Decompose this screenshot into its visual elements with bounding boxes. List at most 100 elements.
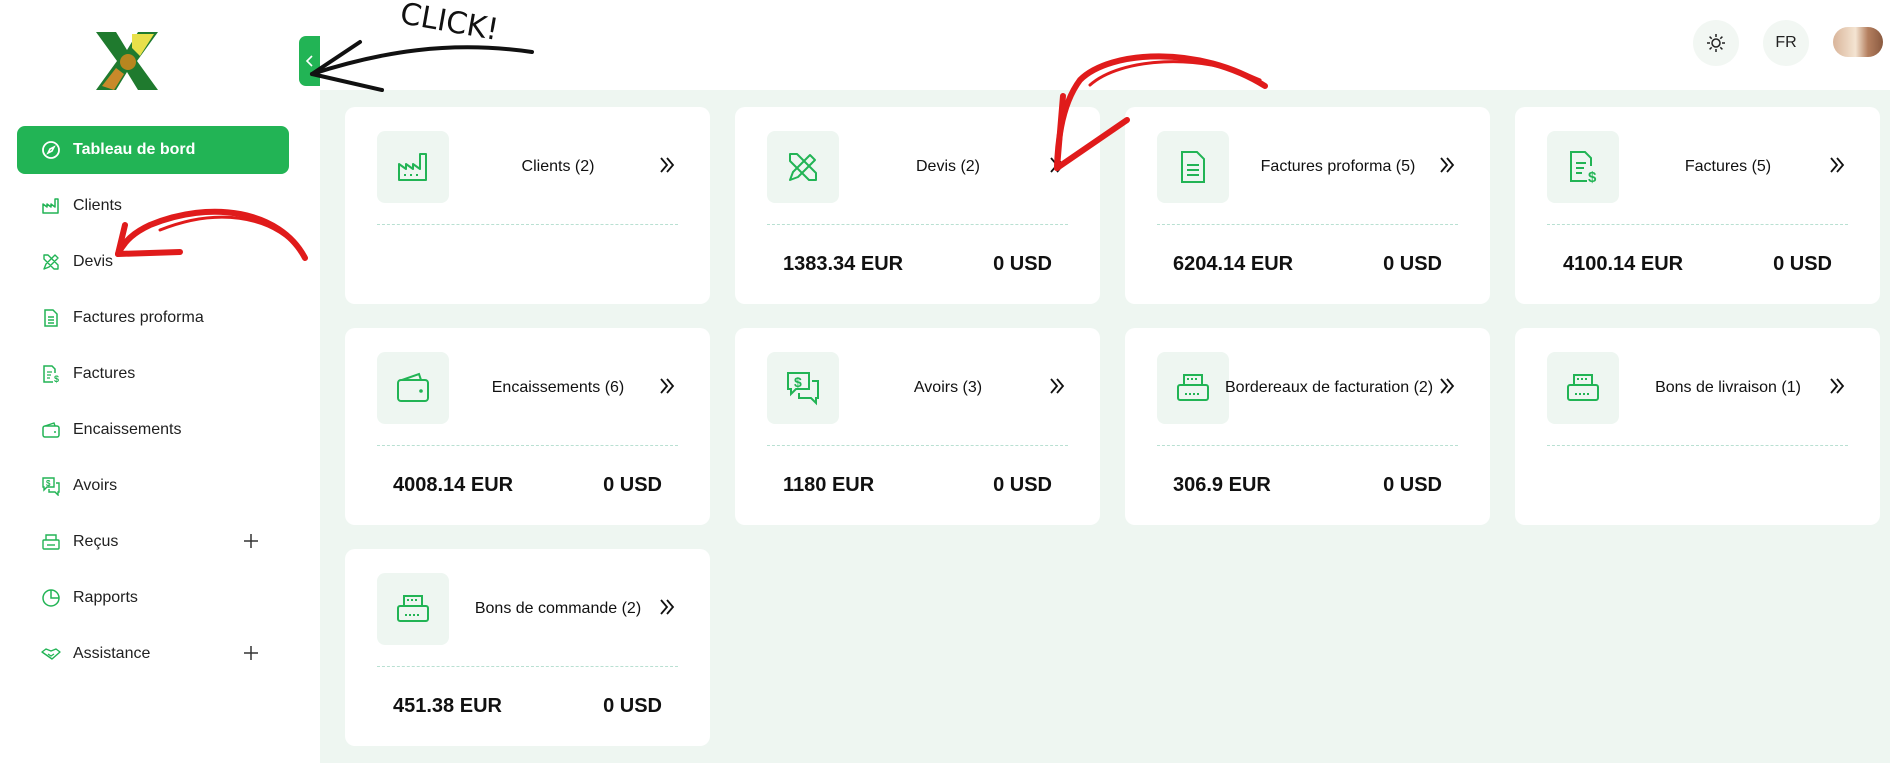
sidebar: Tableau de bord Clients Devis Factures p…	[0, 0, 320, 763]
chevron-double-right-icon[interactable]	[1438, 155, 1456, 175]
card-divider	[1157, 224, 1458, 225]
card-eur-amount: 1180 EUR	[783, 474, 875, 496]
sidebar-item-devis[interactable]: Devis	[17, 238, 289, 286]
printer-icon	[1177, 374, 1209, 401]
svg-text:$: $	[794, 374, 802, 390]
card-eur-amount: 4008.14 EUR	[393, 474, 514, 496]
printer-icon	[41, 532, 61, 552]
card-usd-amount: 0 USD	[1383, 474, 1442, 496]
card-avoirs[interactable]: $ Avoirs (3) 1180 EUR 0 USD	[735, 328, 1100, 525]
svg-text:$: $	[54, 374, 59, 384]
sidebar-item-recus[interactable]: Reçus	[17, 518, 289, 566]
card-title: Encaissements (6)	[491, 379, 625, 396]
chevron-double-right-icon[interactable]	[1828, 155, 1846, 175]
factory-icon	[41, 196, 61, 216]
card-eur-amount: 1383.34 EUR	[783, 253, 904, 275]
card-clients[interactable]: Clients (2)	[345, 107, 710, 304]
sidebar-item-label: Encaissements	[73, 421, 182, 438]
plus-icon[interactable]	[240, 642, 262, 664]
card-encaissements[interactable]: Encaissements (6) 4008.14 EUR 0 USD	[345, 328, 710, 525]
card-divider	[1547, 224, 1848, 225]
sidebar-nav: Tableau de bord Clients Devis Factures p…	[17, 126, 289, 686]
card-bordereaux-de-facturation[interactable]: Bordereaux de facturation (2) 306.9 EUR …	[1125, 328, 1490, 525]
sun-icon	[1707, 34, 1725, 52]
sidebar-item-label: Factures proforma	[73, 309, 204, 326]
sidebar-item-label: Avoirs	[73, 477, 118, 494]
card-title: Factures proforma (5)	[1260, 158, 1416, 175]
document-icon	[41, 308, 61, 328]
printer-icon	[397, 595, 429, 622]
sidebar-item-assistance[interactable]: Assistance	[17, 630, 289, 678]
card-usd-amount: 0 USD	[603, 695, 662, 717]
card-bons-de-livraison[interactable]: Bons de livraison (1)	[1515, 328, 1880, 525]
card-divider	[377, 224, 678, 225]
sidebar-item-label: Rapports	[73, 589, 138, 606]
avatar[interactable]	[1833, 27, 1883, 57]
card-icon-box	[1157, 352, 1229, 424]
card-bons-de-commande[interactable]: Bons de commande (2) 451.38 EUR 0 USD	[345, 549, 710, 746]
card-devis[interactable]: Devis (2) 1383.34 EUR 0 USD	[735, 107, 1100, 304]
invoice-dollar-icon: $	[1570, 151, 1597, 185]
sidebar-item-factures-proforma[interactable]: Factures proforma	[17, 294, 289, 342]
card-icon-box	[377, 352, 449, 424]
invoice-dollar-icon: $	[41, 364, 61, 384]
card-usd-amount: 0 USD	[993, 474, 1052, 496]
chevron-double-right-icon[interactable]	[1438, 376, 1456, 396]
card-usd-amount: 0 USD	[1773, 253, 1832, 275]
plus-icon[interactable]	[240, 530, 262, 552]
card-icon-box	[377, 131, 449, 203]
language-label: FR	[1775, 34, 1797, 51]
sidebar-item-label: Factures	[73, 365, 136, 382]
card-divider	[767, 445, 1068, 446]
card-divider	[1547, 445, 1848, 446]
card-usd-amount: 0 USD	[993, 253, 1052, 275]
factory-icon	[398, 153, 427, 181]
card-divider	[767, 224, 1068, 225]
sidebar-item-tableau-de-bord[interactable]: Tableau de bord	[17, 126, 289, 174]
language-button[interactable]: FR	[1763, 20, 1809, 66]
sidebar-item-clients[interactable]: Clients	[17, 182, 289, 230]
chevron-double-right-icon[interactable]	[658, 155, 676, 175]
card-divider	[377, 666, 678, 667]
card-title: Bons de commande (2)	[474, 600, 642, 617]
sidebar-collapse-button[interactable]	[299, 36, 321, 86]
card-title: Devis (2)	[915, 158, 980, 175]
card-icon-box	[377, 573, 449, 645]
card-usd-amount: 0 USD	[603, 474, 662, 496]
pencil-ruler-icon	[789, 153, 817, 181]
wallet-icon	[41, 420, 61, 440]
topbar: FR	[320, 0, 1890, 90]
card-icon-box: $	[1547, 131, 1619, 203]
sidebar-item-label: Tableau de bord	[73, 141, 196, 158]
sidebar-item-rapports[interactable]: Rapports	[17, 574, 289, 622]
theme-toggle-button[interactable]	[1693, 20, 1739, 66]
card-title: Clients (2)	[521, 158, 595, 175]
handshake-icon	[41, 644, 61, 664]
dollar-chat-icon: $	[787, 372, 819, 406]
printer-icon	[1567, 374, 1599, 401]
card-title: Bordereaux de facturation (2)	[1225, 379, 1434, 396]
dollar-chat-icon: $	[41, 476, 61, 496]
chevron-double-right-icon[interactable]	[1828, 376, 1846, 396]
chevron-double-right-icon[interactable]	[658, 376, 676, 396]
chevron-double-right-icon[interactable]	[1048, 155, 1066, 175]
app-logo[interactable]	[94, 28, 160, 94]
pencil-ruler-icon	[41, 252, 61, 272]
card-title: Bons de livraison (1)	[1655, 379, 1801, 396]
card-eur-amount: 6204.14 EUR	[1173, 253, 1294, 275]
card-icon-box	[767, 131, 839, 203]
card-icon-box	[1547, 352, 1619, 424]
sidebar-item-avoirs[interactable]: $ Avoirs	[17, 462, 289, 510]
sidebar-item-encaissements[interactable]: Encaissements	[17, 406, 289, 454]
wallet-icon	[397, 372, 429, 402]
card-factures-proforma[interactable]: Factures proforma (5) 6204.14 EUR 0 USD	[1125, 107, 1490, 304]
sidebar-item-label: Clients	[73, 197, 122, 214]
chevron-double-right-icon[interactable]	[1048, 376, 1066, 396]
sidebar-item-factures[interactable]: $ Factures	[17, 350, 289, 398]
card-factures[interactable]: $ Factures (5) 4100.14 EUR 0 USD	[1515, 107, 1880, 304]
chevron-double-right-icon[interactable]	[658, 597, 676, 617]
card-eur-amount: 4100.14 EUR	[1563, 253, 1684, 275]
sidebar-item-label: Devis	[73, 253, 114, 270]
dashboard-main: Clients (2) Devis (2) 1383.34 EUR 0 USD …	[320, 90, 1890, 763]
compass-icon	[41, 140, 61, 160]
